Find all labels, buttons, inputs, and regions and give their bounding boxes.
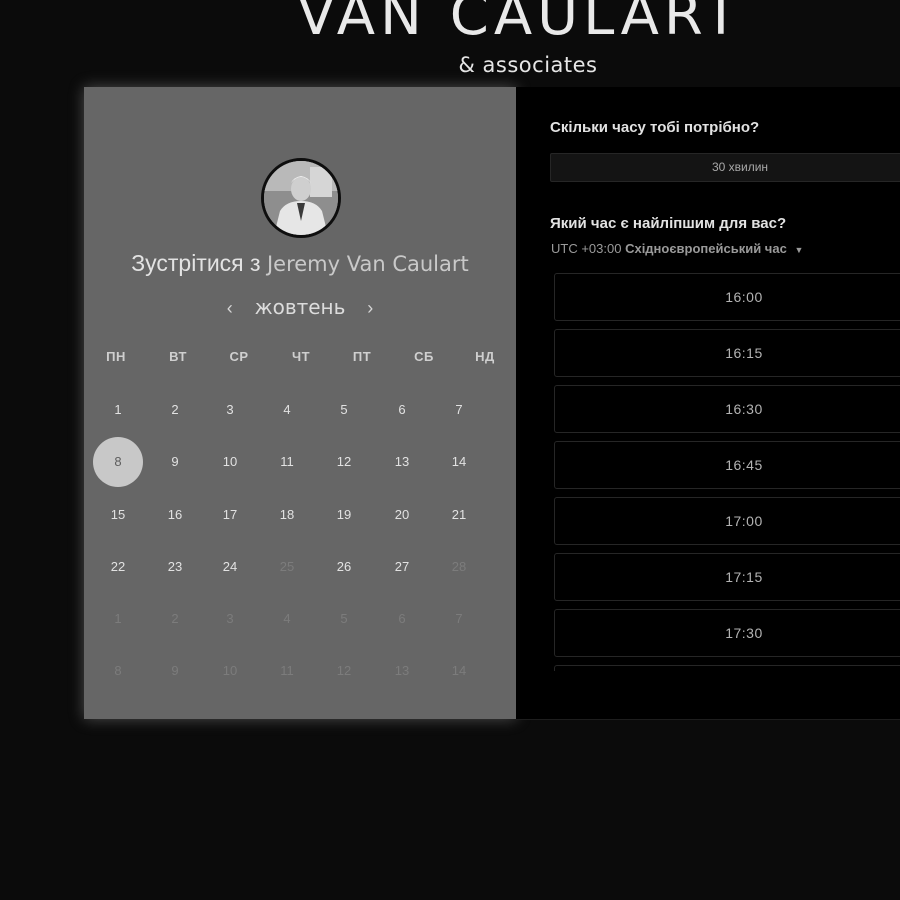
calendar-day[interactable]: 10 — [205, 437, 255, 487]
time-slot-button[interactable]: 17:00 — [554, 497, 900, 545]
calendar-day[interactable]: 15 — [93, 490, 143, 540]
calendar-day[interactable]: 7 — [434, 385, 484, 435]
calendar-day: 25 — [279, 559, 295, 574]
calendar-day: 6 — [398, 611, 406, 626]
calendar-day: 2 — [171, 611, 179, 626]
calendar-day[interactable]: 6 — [377, 385, 427, 435]
brand-logo-title: VAN CAULART — [297, 0, 743, 48]
duration-select[interactable]: 30 хвилин — [550, 153, 900, 182]
booking-page: VAN CAULART & associates Зустрітися з Je… — [0, 0, 900, 900]
time-slot-button[interactable]: 17:15 — [554, 553, 900, 601]
calendar-day-selected[interactable]: 8 — [93, 437, 143, 487]
calendar-day: 12 — [336, 663, 352, 678]
time-slot-list: 16:00 16:15 16:30 16:45 17:00 17:15 17:30 17:45 — [554, 273, 900, 671]
calendar-day: 3 — [226, 611, 234, 626]
time-question: Який час є найліпшим для вас? — [550, 215, 787, 232]
calendar-day[interactable]: 12 — [319, 437, 369, 487]
calendar-day[interactable]: 23 — [150, 542, 200, 592]
time-slot-button[interactable]: 17:45 — [554, 665, 900, 671]
calendar-day[interactable]: 3 — [205, 385, 255, 435]
calendar-day[interactable]: 19 — [319, 490, 369, 540]
calendar-day[interactable]: 26 — [319, 542, 369, 592]
calendar-day: 13 — [394, 663, 410, 678]
calendar-day[interactable]: 22 — [93, 542, 143, 592]
timezone-name: Східноєвропейський час — [625, 241, 787, 256]
calendar-day[interactable]: 17 — [205, 490, 255, 540]
calendar-day[interactable]: 2 — [150, 385, 200, 435]
calendar-day[interactable]: 20 — [377, 490, 427, 540]
calendar-day[interactable]: 5 — [319, 385, 369, 435]
calendar-day[interactable]: 11 — [262, 437, 312, 487]
calendar-day[interactable]: 14 — [434, 437, 484, 487]
calendar-day[interactable]: 18 — [262, 490, 312, 540]
calendar-day: 7 — [455, 611, 463, 626]
time-slot-button[interactable]: 16:30 — [554, 385, 900, 433]
calendar-day[interactable]: 13 — [377, 437, 427, 487]
time-slot-button[interactable]: 16:15 — [554, 329, 900, 377]
calendar-day[interactable]: 1 — [93, 385, 143, 435]
time-slot-button[interactable]: 16:00 — [554, 273, 900, 321]
calendar-day: 14 — [451, 663, 467, 678]
calendar-day: 1 — [114, 611, 122, 626]
calendar-day: 9 — [171, 663, 179, 678]
calendar-day: 10 — [222, 663, 238, 678]
calendar-day[interactable]: 4 — [262, 385, 312, 435]
timezone-offset: UTC +03:00 — [551, 241, 622, 256]
calendar-day[interactable]: 16 — [150, 490, 200, 540]
calendar-day: 8 — [114, 663, 122, 678]
duration-question: Скільки часу тобі потрібно? — [550, 119, 760, 136]
calendar-day[interactable]: 24 — [205, 542, 255, 592]
brand-tagline: & associates — [458, 53, 598, 77]
calendar-day[interactable]: 9 — [150, 437, 200, 487]
calendar-day[interactable]: 21 — [434, 490, 484, 540]
calendar-day: 4 — [283, 611, 291, 626]
time-selection-panel: Скільки часу тобі потрібно? 30 хвилин Як… — [516, 87, 900, 720]
calendar-day: 5 — [340, 611, 348, 626]
timezone-selector[interactable]: UTC +03:00 Східноєвропейський час ▼ — [551, 241, 803, 256]
calendar-day[interactable]: 27 — [377, 542, 427, 592]
time-slot-button[interactable]: 17:30 — [554, 609, 900, 657]
calendar-day: 11 — [280, 663, 294, 678]
calendar-day-grid: 1 2 3 4 5 6 7 8 9 10 11 12 13 14 15 16 17 18 19 20 21 22 23 24 2… — [84, 87, 516, 719]
calendar-day: 28 — [451, 559, 467, 574]
caret-down-icon: ▼ — [794, 245, 804, 255]
calendar-panel: Зустрітися з Jeremy Van Caulart ‹ жовтен… — [84, 87, 516, 719]
time-slot-button[interactable]: 16:45 — [554, 441, 900, 489]
